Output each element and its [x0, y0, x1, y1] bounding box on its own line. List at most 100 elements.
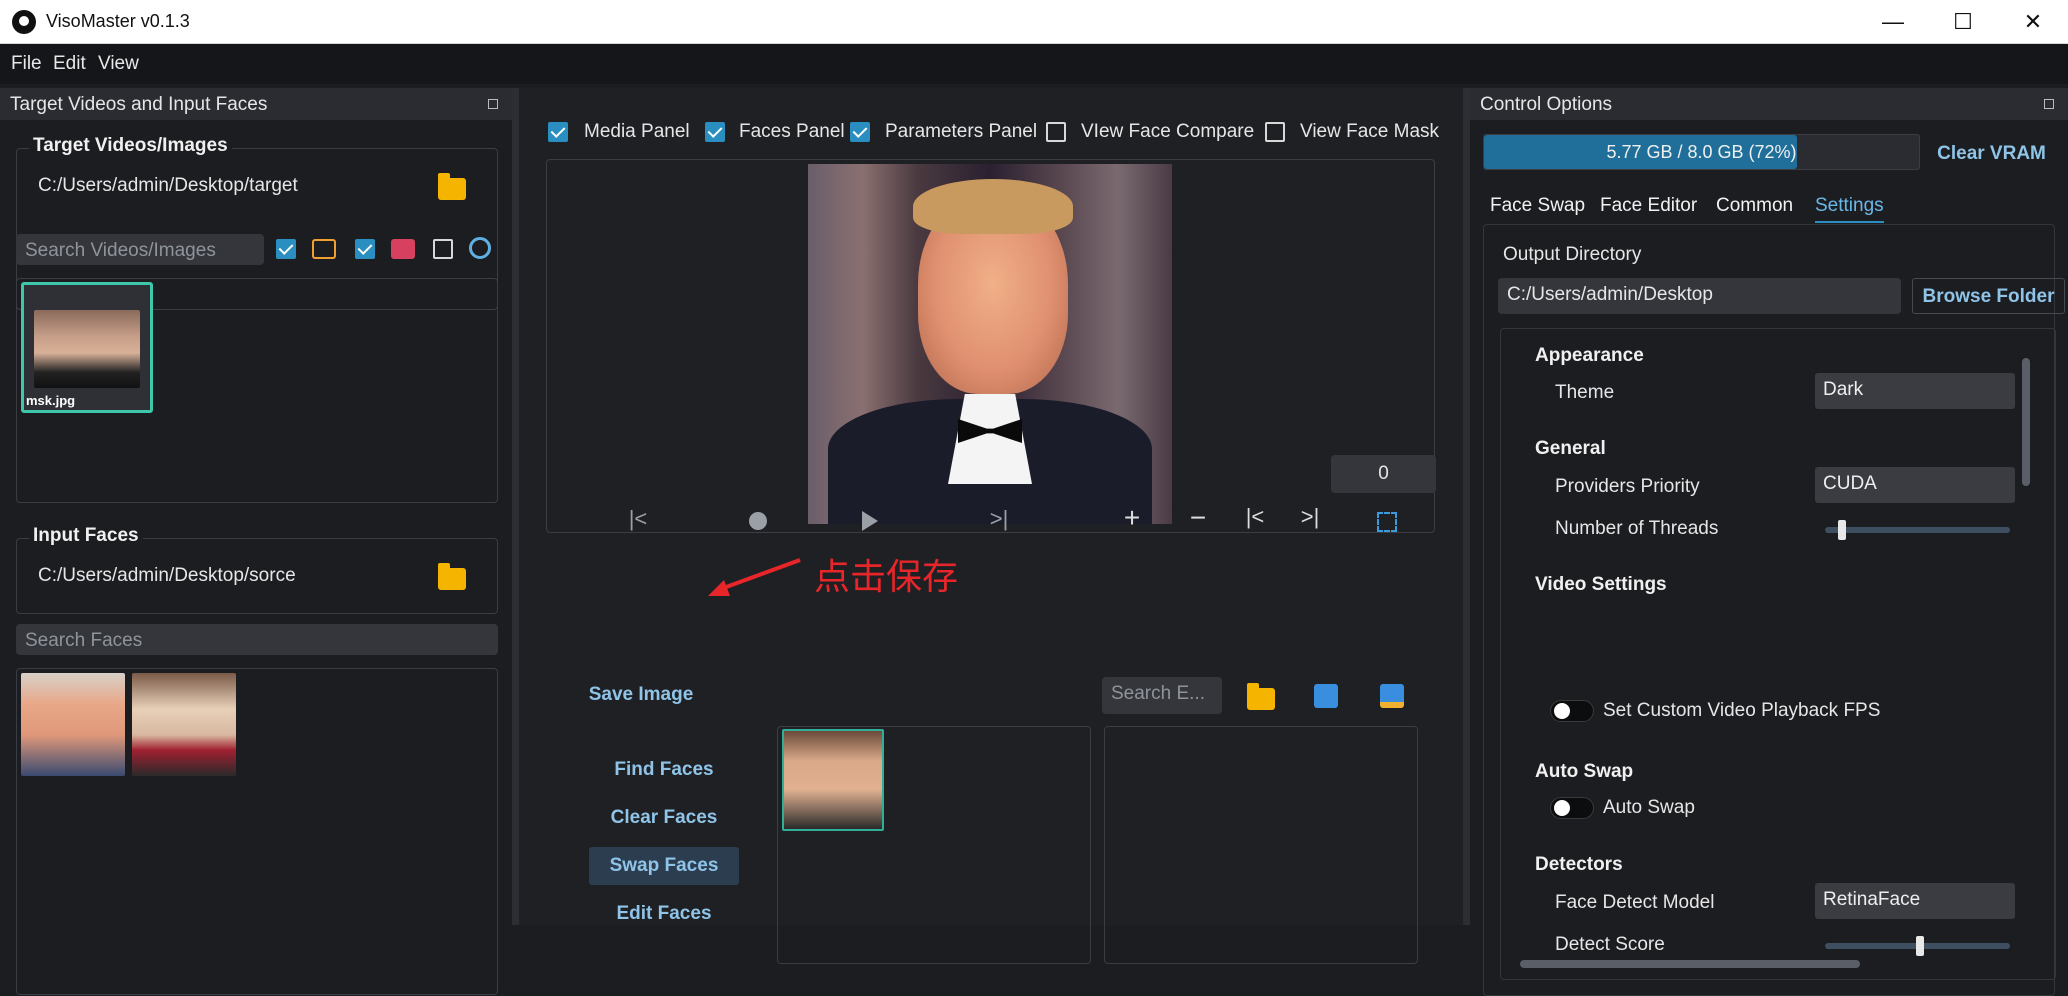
- fps-label: Set Custom Video Playback FPS: [1603, 700, 1881, 721]
- control-panel-title: Control Options: [1470, 88, 2068, 120]
- search-embeddings-input[interactable]: Search E...: [1102, 677, 1222, 714]
- output-directory-input[interactable]: C:/Users/admin/Desktop: [1498, 278, 1901, 314]
- detectors-heading: Detectors: [1535, 854, 1623, 875]
- tab-face-swap[interactable]: Face Swap: [1490, 195, 1585, 217]
- first-frame-icon[interactable]: |<: [623, 506, 653, 532]
- prev-marker-icon[interactable]: |<: [1238, 504, 1272, 530]
- menu-view[interactable]: View: [98, 53, 139, 75]
- input-face-2[interactable]: [132, 673, 236, 776]
- find-faces-button[interactable]: Find Faces: [589, 759, 739, 781]
- detect-model-select[interactable]: RetinaFace: [1815, 883, 2015, 919]
- input-faces-path: C:/Users/admin/Desktop/sorce: [38, 565, 296, 586]
- providers-select[interactable]: CUDA: [1815, 467, 2015, 503]
- vram-text: 5.77 GB / 8.0 GB (72%): [1606, 142, 1797, 162]
- media-panel-label: Media Panel: [584, 121, 690, 142]
- maximize-button[interactable]: ☐: [1928, 0, 1998, 44]
- open-faces-folder-icon[interactable]: [438, 563, 466, 590]
- fullscreen-icon[interactable]: [1377, 512, 1397, 532]
- target-thumbnail[interactable]: msk.jpg: [21, 282, 153, 413]
- next-marker-icon[interactable]: >|: [1293, 504, 1327, 530]
- appearance-heading: Appearance: [1535, 345, 1644, 366]
- threads-slider-handle[interactable]: [1838, 520, 1846, 540]
- load-embeddings-icon[interactable]: [1247, 683, 1275, 710]
- face-compare-label: VIew Face Compare: [1081, 121, 1255, 142]
- parameters-panel-label: Parameters Panel: [885, 121, 1038, 142]
- horizontal-scrollbar[interactable]: [1510, 958, 2020, 970]
- float-control-panel-icon[interactable]: [2044, 99, 2054, 109]
- left-panel: Target Videos and Input Faces Target Vid…: [0, 88, 512, 995]
- save-embeddings-as-icon[interactable]: [1380, 684, 1404, 708]
- center-panel: Media Panel Faces Panel Parameters Panel…: [519, 88, 1463, 964]
- search-faces-input[interactable]: Search Faces: [16, 624, 498, 655]
- tab-settings[interactable]: Settings: [1815, 195, 1884, 223]
- record-icon[interactable]: [749, 512, 767, 530]
- video-filter-icon: [391, 239, 415, 259]
- image-filter-icon: [312, 239, 336, 259]
- output-directory-label: Output Directory: [1503, 244, 1642, 265]
- fps-toggle[interactable]: [1550, 700, 1594, 722]
- menu-file[interactable]: File: [11, 53, 42, 75]
- target-path: C:/Users/admin/Desktop/target: [38, 175, 298, 196]
- save-image-button[interactable]: Save Image: [566, 684, 716, 706]
- menu-edit[interactable]: Edit: [53, 53, 86, 75]
- edit-faces-button[interactable]: Edit Faces: [589, 903, 739, 925]
- horizontal-scrollbar-thumb[interactable]: [1520, 960, 1860, 968]
- annotation-arrow: [708, 558, 801, 596]
- last-frame-icon[interactable]: >|: [984, 506, 1014, 532]
- save-embeddings-icon[interactable]: [1314, 684, 1338, 708]
- target-filename: msk.jpg: [26, 393, 76, 408]
- input-faces-title: Input Faces: [29, 525, 143, 547]
- media-panel-checkbox[interactable]: [548, 122, 568, 142]
- add-marker-icon[interactable]: +: [1117, 502, 1147, 534]
- image-filter-checkbox[interactable]: [276, 239, 296, 259]
- detected-face-thumbnail[interactable]: [782, 729, 884, 831]
- general-heading: General: [1535, 438, 1606, 459]
- detect-score-slider-handle[interactable]: [1916, 936, 1924, 956]
- close-button[interactable]: ✕: [1998, 0, 2068, 44]
- remove-marker-icon[interactable]: −: [1183, 502, 1213, 534]
- webcam-filter-icon: [469, 237, 491, 259]
- faces-panel-checkbox[interactable]: [705, 122, 725, 142]
- parameters-panel-checkbox[interactable]: [850, 122, 870, 142]
- video-settings-heading: Video Settings: [1535, 574, 1667, 595]
- clear-faces-button[interactable]: Clear Faces: [589, 807, 739, 829]
- frame-number-input[interactable]: 0: [1331, 455, 1436, 493]
- embeddings-list: [1104, 726, 1418, 964]
- media-frame: [808, 164, 1172, 524]
- vertical-scrollbar[interactable]: [2020, 338, 2032, 950]
- swap-faces-button[interactable]: Swap Faces: [589, 847, 739, 885]
- minimize-button[interactable]: —: [1858, 0, 1928, 44]
- theme-select[interactable]: Dark: [1815, 373, 2015, 409]
- theme-label: Theme: [1555, 382, 1615, 403]
- vertical-scrollbar-thumb[interactable]: [2022, 358, 2030, 486]
- target-image: [34, 310, 140, 388]
- face-compare-checkbox[interactable]: [1046, 122, 1066, 142]
- open-folder-icon[interactable]: [438, 173, 466, 200]
- faces-panel-label: Faces Panel: [739, 121, 845, 142]
- clear-vram-button[interactable]: Clear VRAM: [1929, 143, 2054, 165]
- detect-score-label: Detect Score: [1555, 934, 1665, 955]
- target-videos-title: Target Videos/Images: [29, 135, 232, 157]
- hair-region: [913, 179, 1073, 234]
- threads-slider[interactable]: [1825, 527, 2010, 533]
- face-mask-checkbox[interactable]: [1265, 122, 1285, 142]
- left-splitter[interactable]: [512, 88, 519, 925]
- play-icon[interactable]: [862, 511, 878, 531]
- menu-bar: File Edit View: [0, 44, 2068, 84]
- app-logo-icon: [12, 10, 36, 34]
- search-videos-input[interactable]: Search Videos/Images: [16, 234, 264, 265]
- tab-face-editor[interactable]: Face Editor: [1600, 195, 1697, 217]
- autoswap-label: Auto Swap: [1603, 797, 1695, 818]
- annotation-text: 点击保存: [814, 556, 959, 597]
- browse-folder-button[interactable]: Browse Folder: [1912, 278, 2065, 314]
- autoswap-toggle[interactable]: [1550, 797, 1594, 819]
- webcam-filter-checkbox[interactable]: [433, 239, 453, 259]
- tab-common[interactable]: Common: [1716, 195, 1793, 217]
- right-splitter[interactable]: [1463, 88, 1470, 925]
- input-face-1[interactable]: [21, 673, 125, 776]
- float-panel-icon[interactable]: [488, 99, 498, 109]
- detect-model-label: Face Detect Model: [1555, 892, 1715, 913]
- left-panel-title-text: Target Videos and Input Faces: [10, 94, 268, 115]
- left-panel-title: Target Videos and Input Faces: [0, 88, 512, 120]
- video-filter-checkbox[interactable]: [355, 239, 375, 259]
